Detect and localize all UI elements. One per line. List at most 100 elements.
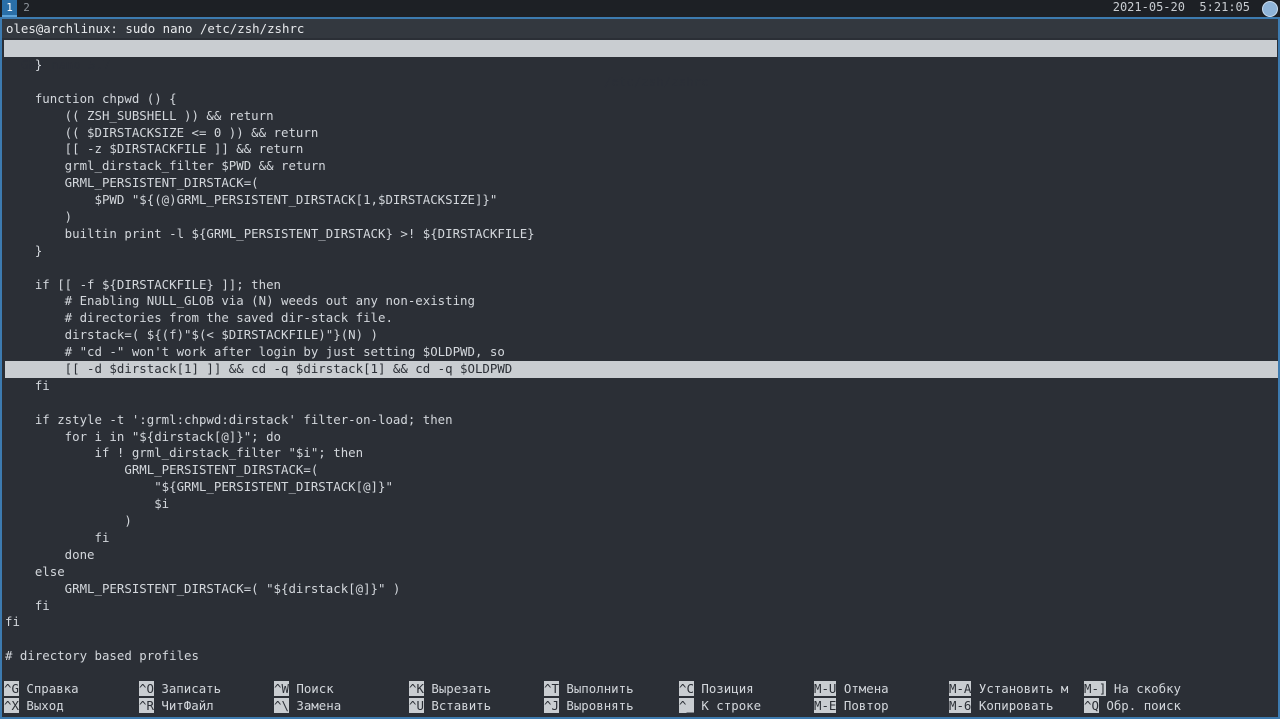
shortcut-item[interactable]: ^_ К строке [679,697,761,714]
shortcut-label: Копировать [978,698,1054,713]
editor-line[interactable]: dirstack=( ${(f)"$(< $DIRSTACKFILE)"}(N)… [5,327,1278,344]
editor-line[interactable]: builtin print -l ${GRML_PERSISTENT_DIRST… [5,226,1278,243]
shortcut-key: ^J [544,698,559,713]
shortcut-label: ЧитФайл [161,698,214,713]
nano-title-bar: GNU nano 5.7 /etc/zsh/zshrc [4,40,1277,89]
shortcut-key: M-] [1084,681,1107,696]
shortcut-key: ^O [139,681,154,696]
shortcut-key: ^X [4,698,19,713]
shortcut-item[interactable]: M-A Установить м [949,680,1068,697]
clock: 2021-05-20 5:21:05 [1113,0,1250,17]
shortcut-label: Замена [296,698,342,713]
shortcut-label: Выход [26,698,64,713]
window-title: oles@archlinux: sudo nano /etc/zsh/zshrc [6,21,305,36]
shortcut-label: Поиск [296,681,334,696]
editor-line[interactable]: ) [5,209,1278,226]
editor-line[interactable]: GRML_PERSISTENT_DIRSTACK=( "${dirstack[@… [5,581,1278,598]
shortcut-item[interactable]: ^X Выход [4,697,64,714]
editor-line[interactable]: $i [5,496,1278,513]
shortcut-key: ^G [4,681,19,696]
workspace-2-button[interactable]: 2 [19,0,34,17]
shortcut-key: ^Q [1084,698,1099,713]
editor-line[interactable]: [[ -z $DIRSTACKFILE ]] && return [5,141,1278,158]
editor-line[interactable]: if zstyle -t ':grml:chpwd:dirstack' filt… [5,412,1278,429]
shortcut-item[interactable]: M-U Отмена [814,680,889,697]
editor-line[interactable] [5,74,1278,91]
shortcut-item[interactable]: ^J Выровнять [544,697,634,714]
shortcut-item[interactable]: ^T Выполнить [544,680,634,697]
editor-line[interactable]: $PWD "${(@)GRML_PERSISTENT_DIRSTACK[1,$D… [5,192,1278,209]
editor-buffer[interactable]: } function chpwd () { (( ZSH_SUBSHELL ))… [5,57,1278,665]
editor-line[interactable]: if [[ -f ${DIRSTACKFILE} ]]; then [5,277,1278,294]
editor-line[interactable]: fi [5,378,1278,395]
shortcut-item[interactable]: ^R ЧитФайл [139,697,214,714]
system-top-bar: 1 2 2021-05-20 5:21:05 [0,0,1280,17]
shortcut-key: ^R [139,698,154,713]
shortcut-item[interactable]: M-] На скобку [1084,680,1181,697]
shortcut-row-2: ^X Выход ^R ЧитФайл ^\ Замена ^U Вставить ^J… [4,697,1277,714]
editor-line[interactable]: "${GRML_PERSISTENT_DIRSTACK[@]}" [5,479,1278,496]
shortcut-label: К строке [701,698,762,713]
editor-line-selected[interactable]: [[ -d $dirstack[1] ]] && cd -q $dirstack… [5,361,1278,378]
shortcut-item[interactable]: ^U Вставить [409,697,491,714]
workspace-1-button[interactable]: 1 [2,0,17,17]
editor-line[interactable]: done [5,547,1278,564]
clock-time: 5:21:05 [1199,0,1250,14]
editor-line[interactable]: fi [5,530,1278,547]
shortcut-item[interactable]: ^G Справка [4,680,79,697]
editor-line[interactable]: if ! grml_dirstack_filter "$i"; then [5,445,1278,462]
shortcut-item[interactable]: ^\ Замена [274,697,341,714]
editor-line[interactable]: fi [5,614,1278,631]
editor-line[interactable]: ) [5,513,1278,530]
editor-line[interactable]: for i in "${dirstack[@]}"; do [5,429,1278,446]
editor-line[interactable]: GRML_PERSISTENT_DIRSTACK=( [5,462,1278,479]
shortcut-label: Вырезать [431,681,492,696]
window-title-bar[interactable]: oles@archlinux: sudo nano /etc/zsh/zshrc [0,17,1280,38]
editor-line[interactable]: # "cd -" won't work after login by just … [5,344,1278,361]
editor-line[interactable]: (( $DIRSTACKSIZE <= 0 )) && return [5,125,1278,142]
shortcut-key: ^W [274,681,289,696]
shortcut-key: ^K [409,681,424,696]
shortcut-key: ^U [409,698,424,713]
editor-line[interactable]: GRML_PERSISTENT_DIRSTACK=( [5,175,1278,192]
editor-line[interactable]: grml_dirstack_filter $PWD && return [5,158,1278,175]
shortcut-item[interactable]: ^W Поиск [274,680,334,697]
shortcut-label: Вставить [431,698,492,713]
shortcut-key: ^T [544,681,559,696]
editor-line[interactable]: } [5,243,1278,260]
shortcut-row-1: ^G Справка ^O Записать ^W Поиск ^K Вырезать… [4,680,1277,697]
shortcut-item[interactable]: ^K Вырезать [409,680,491,697]
shortcut-label: Обр. поиск [1106,698,1181,713]
shortcut-key: ^\ [274,698,289,713]
shortcut-key: M-U [814,681,837,696]
editor-line[interactable]: function chpwd () { [5,91,1278,108]
shortcut-key: M-A [949,681,972,696]
editor-line[interactable]: else [5,564,1278,581]
shortcut-item[interactable]: ^O Записать [139,680,221,697]
shortcut-item[interactable]: ^Q Обр. поиск [1084,697,1181,714]
editor-line[interactable] [5,631,1278,648]
terminal-window[interactable]: GNU nano 5.7 /etc/zsh/zshrc } function c… [0,38,1280,719]
shortcut-item[interactable]: M-6 Копировать [949,697,1053,714]
shortcut-label: На скобку [1113,681,1181,696]
editor-line[interactable]: # directories from the saved dir-stack f… [5,310,1278,327]
editor-line[interactable] [5,260,1278,277]
shortcut-item[interactable]: M-E Повтор [814,697,889,714]
shortcut-label: Отмена [843,681,889,696]
shortcut-label: Записать [161,681,222,696]
editor-line[interactable]: } [5,57,1278,74]
editor-line[interactable]: # directory based profiles [5,648,1278,665]
shortcut-label: Повтор [843,698,889,713]
shortcut-label: Установить м [978,681,1069,696]
editor-line[interactable]: (( ZSH_SUBSHELL )) && return [5,108,1278,125]
editor-line[interactable] [5,395,1278,412]
shortcut-key: ^C [679,681,694,696]
shortcut-label: Выполнить [566,681,634,696]
shortcut-key: ^_ [679,698,694,713]
editor-line[interactable]: # Enabling NULL_GLOB via (N) weeds out a… [5,293,1278,310]
shortcut-key: M-6 [949,698,972,713]
shortcut-help-bar: ^G Справка ^O Записать ^W Поиск ^K Вырезать… [4,680,1277,714]
shortcut-item[interactable]: ^C Позиция [679,680,754,697]
tray-icon[interactable] [1262,1,1278,17]
editor-line[interactable]: fi [5,598,1278,615]
